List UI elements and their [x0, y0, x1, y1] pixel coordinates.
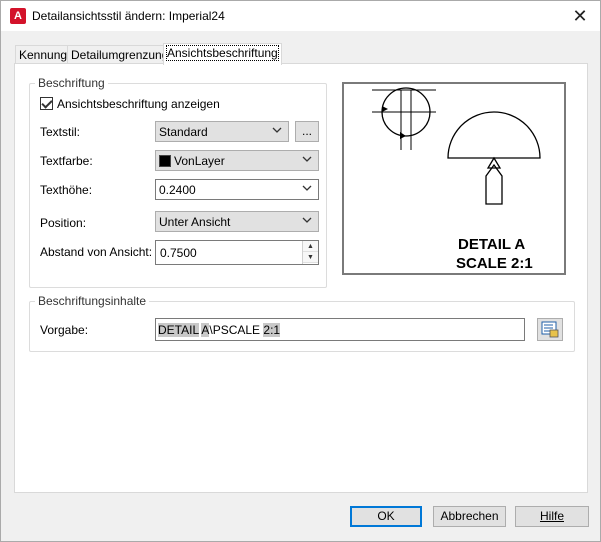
chevron-down-icon: [302, 183, 312, 193]
autocad-app-icon: A: [10, 8, 26, 24]
tab-ansichtsbeschriftung[interactable]: Ansichtsbeschriftung: [163, 43, 282, 65]
detail-preview-drawing: DETAIL A SCALE 2:1: [372, 87, 541, 272]
window-title: Detailansichtsstil ändern: Imperial24: [32, 9, 225, 23]
show-label-checkbox-label: Ansichtsbeschriftung anzeigen: [57, 97, 220, 111]
chevron-down-icon: [272, 125, 282, 135]
abstand-label: Abstand von Ansicht:: [40, 245, 153, 259]
color-swatch: [159, 155, 171, 167]
insert-field-icon: [541, 321, 559, 338]
abstand-spinner[interactable]: 0.7500 ▲ ▼: [155, 240, 319, 265]
texthoehe-label: Texthöhe:: [40, 183, 93, 197]
dialog-window: A Detailansichtsstil ändern: Imperial24 …: [0, 0, 601, 542]
close-icon[interactable]: ✕: [560, 1, 600, 31]
beschriftung-group-label: Beschriftung: [35, 76, 108, 90]
cancel-button[interactable]: Abbrechen: [433, 506, 506, 527]
help-button[interactable]: Hilfe: [515, 506, 589, 527]
chevron-down-icon: [302, 215, 312, 225]
textstil-browse-button[interactable]: ...: [295, 121, 319, 142]
spinner-buttons: ▲ ▼: [302, 241, 318, 264]
tab-kennung[interactable]: Kennung: [15, 45, 72, 64]
texthoehe-combo[interactable]: 0.2400: [155, 179, 319, 200]
preview-line1: DETAIL A: [458, 236, 525, 253]
preview-line2: SCALE 2:1: [456, 255, 533, 272]
vorgabe-label: Vorgabe:: [40, 323, 89, 337]
tab-detailumgrenzung[interactable]: Detailumgrenzung: [67, 45, 173, 64]
preview-image: DETAIL A SCALE 2:1: [342, 82, 566, 275]
inhalte-group-label: Beschriftungsinhalte: [35, 294, 150, 308]
position-label: Position:: [40, 216, 87, 230]
title-bar: A Detailansichtsstil ändern: Imperial24 …: [1, 1, 600, 31]
textstil-select[interactable]: Standard: [155, 121, 289, 142]
vorgabe-input[interactable]: DETAIL A\PSCALE 2:1: [155, 318, 525, 341]
spin-down-icon[interactable]: ▼: [303, 252, 318, 263]
position-select[interactable]: Unter Ansicht: [155, 211, 319, 232]
textfarbe-label: Textfarbe:: [40, 154, 93, 168]
textstil-label: Textstil:: [40, 125, 81, 139]
insert-field-button[interactable]: [537, 318, 563, 341]
ok-button[interactable]: OK: [350, 506, 422, 527]
chevron-down-icon: [302, 154, 312, 164]
tab-panel: Beschriftung Ansichtsbeschriftung anzeig…: [14, 63, 588, 493]
show-label-checkbox[interactable]: [40, 97, 53, 110]
textfarbe-select[interactable]: VonLayer: [155, 150, 319, 171]
spin-up-icon[interactable]: ▲: [303, 241, 318, 252]
